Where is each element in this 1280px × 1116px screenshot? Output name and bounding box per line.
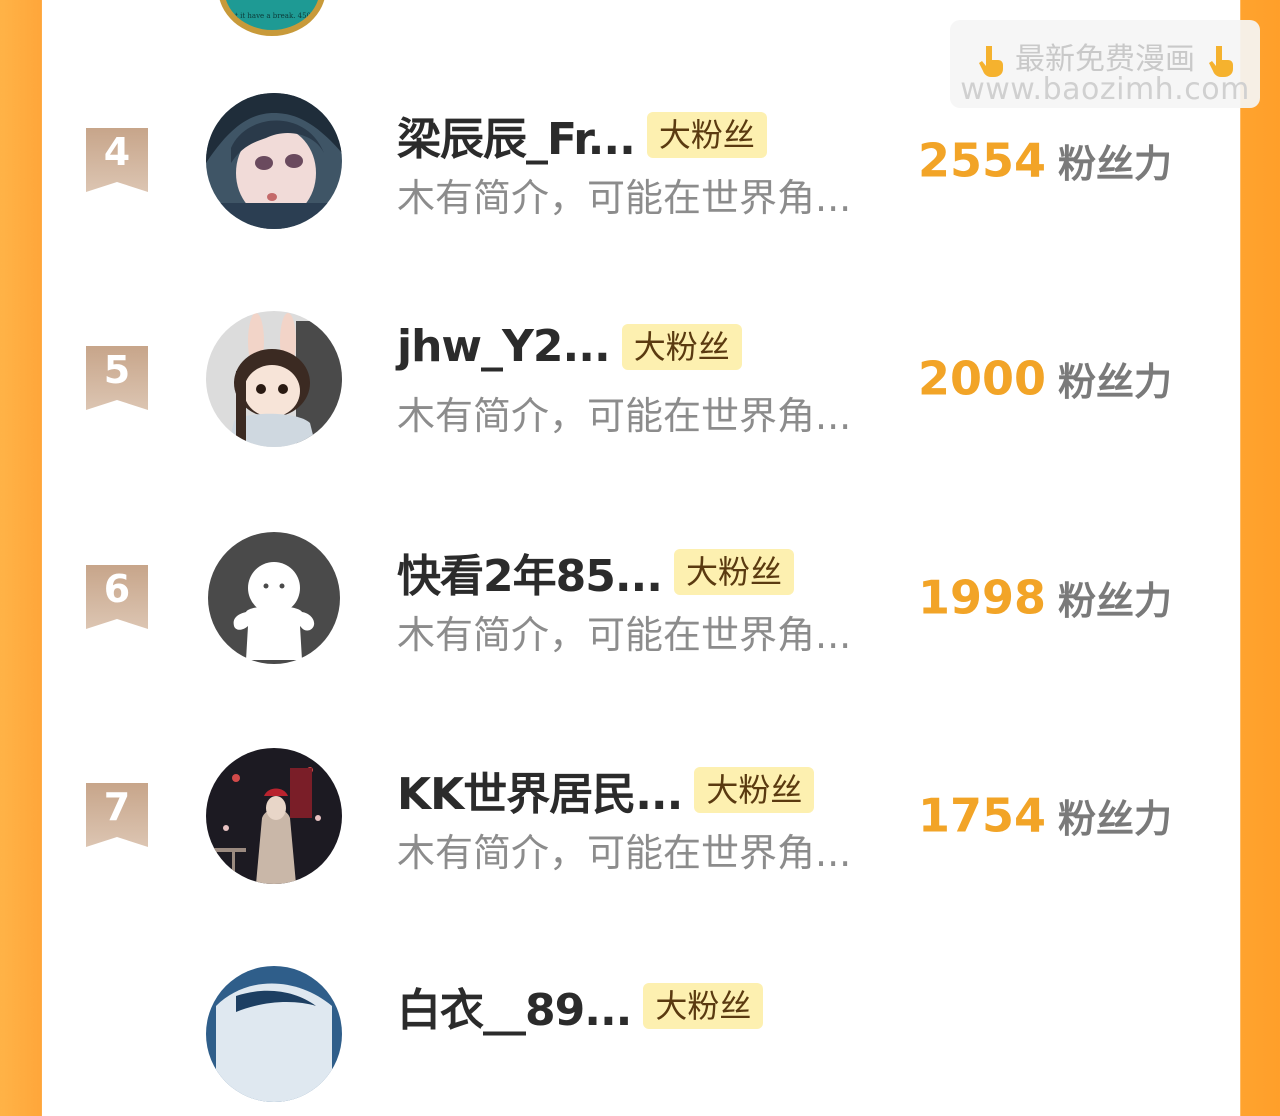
fan-score: 2554 粉丝力 (918, 133, 1172, 188)
anime-girl-avatar[interactable] (206, 93, 342, 229)
fan-score: 2000 粉丝力 (918, 351, 1172, 406)
rank-badge: 4 (86, 128, 148, 192)
rank-badge: 6 (86, 565, 148, 629)
score-value: 2000 (918, 351, 1047, 406)
fan-score: 1998 粉丝力 (918, 570, 1172, 625)
score-unit: 粉丝力 (1058, 142, 1173, 186)
fan-row[interactable]: 7 KK世界居民... 大粉丝 木有简介，可能在世界角... 1754 粉丝力 (0, 748, 1280, 898)
rank-number: 4 (103, 130, 131, 174)
blue-illustration-avatar[interactable] (206, 966, 342, 1102)
bunny-ear-character-avatar[interactable] (206, 311, 342, 447)
rank-number: 5 (103, 348, 131, 392)
big-fan-badge: 大粉丝 (621, 323, 742, 370)
score-value: 1998 (918, 570, 1047, 625)
rank-badge: 5 (86, 346, 148, 410)
dark-illustration-avatar[interactable] (206, 748, 342, 884)
fan-name[interactable]: 快看2年85... (397, 540, 663, 604)
big-fan-badge: 大粉丝 (674, 549, 795, 595)
fan-name-line: jhw_Y2... 大粉丝 (397, 321, 742, 377)
fan-score: 1754 粉丝力 (918, 788, 1172, 843)
rank-number: 6 (103, 567, 131, 611)
fan-description: 木有简介，可能在世界角... (397, 613, 852, 657)
fan-name-line: 白衣__89... 大粉丝 (397, 974, 764, 1036)
fan-row[interactable]: 5 jhw_Y2... 大粉丝 木有简介，可能在世界角... 2000 粉丝力 (0, 311, 1280, 461)
fan-description: 木有简介，可能在世界角... (397, 394, 852, 438)
default-avatar[interactable] (206, 530, 342, 666)
fan-name[interactable]: 白衣__89... (397, 974, 632, 1038)
score-unit: 粉丝力 (1058, 579, 1173, 623)
big-fan-badge: 大粉丝 (694, 767, 815, 813)
fan-name-line: KK世界居民... 大粉丝 (397, 758, 815, 820)
fan-row[interactable]: 4 梁辰辰_Fr... 大粉丝 木有简介，可能在世界角... 2554 粉丝力 (0, 93, 1280, 243)
rank-number: 7 (103, 785, 131, 829)
score-unit: 粉丝力 (1058, 360, 1173, 404)
big-fan-badge: 大粉丝 (643, 983, 764, 1029)
fan-row[interactable]: 白衣__89... 大粉丝 (0, 966, 1280, 1116)
top-avatar-caption: Let it have a break. 450... (226, 12, 318, 20)
fan-name[interactable]: KK世界居民... (397, 758, 683, 822)
score-value: 1754 (918, 788, 1047, 843)
rank-badge: 7 (86, 783, 148, 847)
fan-row[interactable]: 6 快看2年85... 大粉丝 木有简介，可能在世界角... 1998 粉丝力 (0, 530, 1280, 680)
score-unit: 粉丝力 (1058, 797, 1173, 841)
fan-name[interactable]: 梁辰辰_Fr... (397, 103, 636, 167)
fan-name-line: 梁辰辰_Fr... 大粉丝 (397, 103, 767, 165)
fan-description: 木有简介，可能在世界角... (397, 176, 852, 220)
big-fan-badge: 大粉丝 (646, 112, 767, 158)
score-value: 2554 (918, 133, 1047, 188)
fan-name-line: 快看2年85... 大粉丝 (397, 540, 795, 602)
fan-description: 木有简介，可能在世界角... (397, 831, 852, 875)
fan-name[interactable]: jhw_Y2... (397, 321, 611, 372)
